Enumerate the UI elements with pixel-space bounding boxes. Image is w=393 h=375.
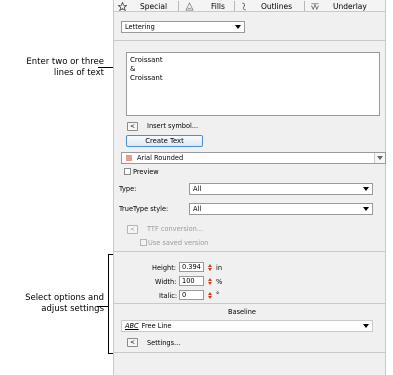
down-arrow-icon (207, 267, 212, 271)
width-label: Width: (155, 278, 177, 286)
settings-label[interactable]: Settings... (147, 339, 180, 347)
up-arrow-icon (207, 277, 212, 281)
annotation-connector (97, 306, 108, 307)
italic-unit: ° (216, 291, 220, 299)
divider (114, 352, 385, 353)
width-spinner[interactable] (206, 276, 213, 286)
settings-button[interactable]: < (127, 338, 138, 347)
type-select[interactable]: All (189, 183, 373, 195)
italic-input[interactable]: 0 (179, 290, 204, 300)
baseline-icon: ABC (125, 322, 139, 330)
chevron-down-icon (363, 207, 369, 211)
divider (114, 40, 385, 41)
width-unit: % (216, 278, 223, 286)
insert-symbol-label[interactable]: Insert symbol... (147, 122, 198, 130)
height-input[interactable]: 0.394 (179, 262, 204, 272)
down-arrow-icon (207, 281, 212, 285)
truetype-style-label: TrueType style: (119, 205, 169, 213)
outline-icon (242, 2, 246, 10)
tab-underlay[interactable]: Underlay (310, 0, 367, 12)
tab-bar: Special Fills Outlines Underlay (114, 0, 385, 12)
lettering-text-input[interactable]: Croissant & Croissant (126, 52, 380, 116)
italic-label: Italic: (159, 292, 178, 300)
underlay-icon (311, 2, 319, 10)
star-icon (118, 1, 127, 11)
use-saved-version-label: Use saved version (148, 239, 209, 247)
object-type-select[interactable]: Lettering (121, 21, 245, 33)
tab-special[interactable]: Special (118, 0, 167, 12)
ttf-conversion-label: TTF conversion... (147, 225, 204, 233)
chevron-down-icon (363, 324, 369, 328)
divider (114, 251, 385, 252)
divider (114, 303, 385, 304)
use-saved-version-checkbox[interactable] (140, 239, 147, 246)
fill-icon (185, 1, 194, 10)
down-arrow-icon (207, 295, 212, 299)
truetype-style-select[interactable]: All (189, 203, 373, 215)
chevron-down-icon (377, 156, 383, 160)
up-arrow-icon (207, 291, 212, 295)
annotation-enter-text: Enter two or three lines of text (26, 57, 104, 78)
type-label: Type: (119, 185, 137, 193)
font-select[interactable]: Arial Rounded (121, 152, 386, 164)
width-input[interactable]: 100 (179, 276, 204, 286)
tab-separator (304, 1, 305, 11)
up-arrow-icon (207, 263, 212, 267)
insert-symbol-button[interactable]: < (127, 122, 138, 131)
italic-spinner[interactable] (206, 290, 213, 300)
height-spinner[interactable] (206, 262, 213, 272)
font-icon (126, 155, 132, 161)
tab-outlines[interactable]: Outlines (240, 0, 292, 12)
tab-fills[interactable]: Fills (185, 0, 225, 12)
baseline-select[interactable]: ABC Free Line (121, 320, 373, 332)
baseline-title: Baseline (228, 308, 256, 316)
preview-checkbox[interactable] (124, 168, 131, 175)
preview-label: Preview (133, 168, 159, 176)
height-unit: in (216, 264, 223, 272)
object-properties-panel: Special Fills Outlines Underlay Letterin… (113, 0, 386, 375)
chevron-down-icon (235, 25, 241, 29)
height-label: Height: (152, 264, 177, 272)
create-text-button[interactable]: Create Text (126, 135, 203, 147)
ttf-conversion-button[interactable]: < (127, 225, 138, 234)
tab-separator (178, 1, 179, 11)
tab-separator (234, 1, 235, 11)
chevron-down-icon (363, 187, 369, 191)
annotation-select-options: Select options and adjust settings (25, 293, 104, 314)
